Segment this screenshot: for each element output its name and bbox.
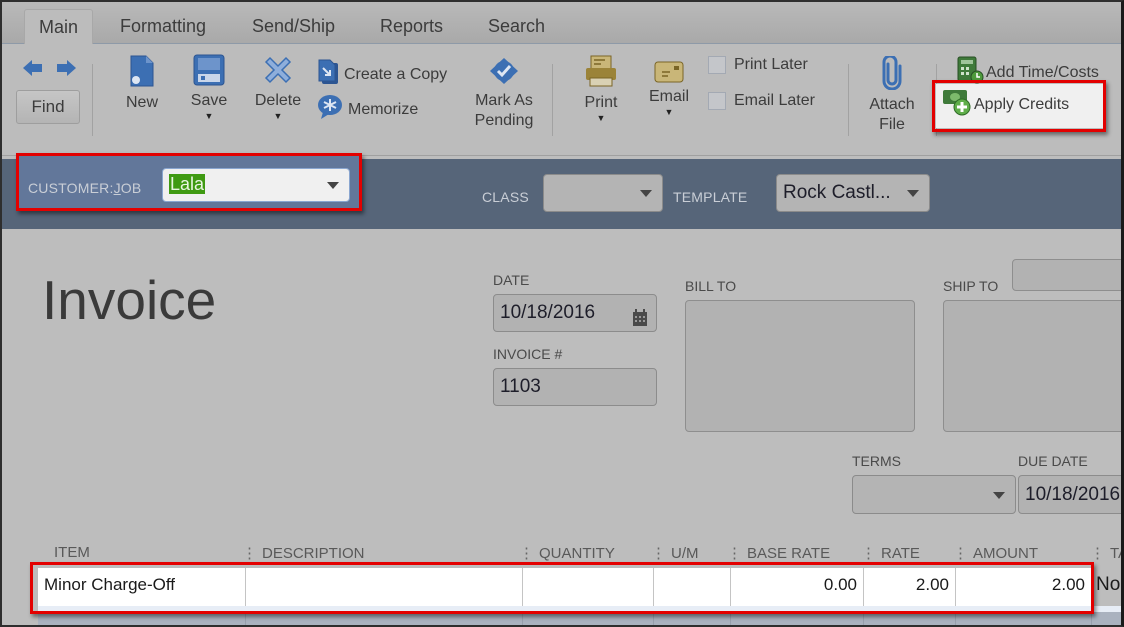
ship-to-label: SHIP TO: [943, 278, 999, 294]
mark-as-pending-button[interactable]: Mark As Pending: [468, 56, 540, 131]
class-label: CLASS: [482, 189, 529, 205]
bill-to-address-box[interactable]: [685, 300, 915, 432]
money-plus-icon: [942, 88, 972, 121]
copy-document-icon: [318, 58, 340, 91]
chevron-down-icon[interactable]: [640, 190, 652, 197]
create-copy-button[interactable]: Create a Copy: [318, 58, 447, 91]
customer-job-label: CUSTOMER:JOB: [28, 180, 142, 196]
chevron-down-icon[interactable]: [327, 182, 339, 189]
tab-main[interactable]: Main: [24, 9, 94, 44]
column-header-base-rate[interactable]: ⋮ BASE RATE: [727, 544, 830, 562]
email-later-check[interactable]: [708, 92, 726, 110]
print-later-check[interactable]: [708, 56, 726, 74]
memorize-button[interactable]: Memorize: [316, 94, 418, 125]
ship-to-dropdown[interactable]: [1012, 259, 1121, 291]
due-date-field[interactable]: 10/18/2016: [1018, 475, 1121, 514]
tab-send-ship[interactable]: Send/Ship: [238, 9, 349, 44]
save-disk-icon: [193, 54, 225, 91]
toolbar-separator: [92, 64, 93, 136]
chevron-down-icon[interactable]: [907, 190, 919, 197]
terms-label: TERMS: [852, 453, 901, 469]
column-header-amount[interactable]: ⋮ AMOUNT: [953, 544, 1038, 562]
customer-header-bar: CUSTOMER:JOB Lala CLASS TEMPLATE Rock Ca…: [2, 153, 1121, 229]
bill-to-label: BILL TO: [685, 278, 737, 294]
invoice-window: Main Formatting Send/Ship Reports Search…: [0, 0, 1124, 627]
customer-job-value[interactable]: Lala: [169, 174, 206, 194]
template-label: TEMPLATE: [673, 189, 748, 205]
customer-job-dropdown[interactable]: Lala: [162, 168, 350, 202]
attach-file-button[interactable]: Attach File: [862, 54, 922, 135]
terms-dropdown[interactable]: [852, 475, 1016, 514]
printer-icon: [585, 54, 617, 93]
column-header-item[interactable]: ITEM: [54, 544, 90, 561]
column-header-description[interactable]: ⋮ DESCRIPTION: [242, 544, 365, 562]
date-field[interactable]: 10/18/2016: [493, 294, 657, 332]
email-later-checkbox[interactable]: Email Later: [708, 92, 815, 110]
next-arrow-icon[interactable]: [55, 58, 77, 83]
invoice-number-label: INVOICE #: [493, 346, 563, 362]
memorize-bubble-icon: [316, 94, 344, 125]
column-header-quantity[interactable]: ⋮ QUANTITY: [519, 544, 615, 562]
invoice-number-field[interactable]: 1103: [493, 368, 657, 406]
delete-dropdown-caret[interactable]: ▼: [250, 111, 306, 121]
tab-formatting[interactable]: Formatting: [106, 9, 220, 44]
calendar-icon[interactable]: [632, 304, 648, 340]
tab-search[interactable]: Search: [474, 9, 559, 44]
apply-credits-button[interactable]: Apply Credits: [942, 88, 1069, 121]
toolbar-separator: [848, 64, 849, 136]
print-later-checkbox[interactable]: Print Later: [708, 56, 808, 74]
new-button[interactable]: New: [120, 54, 164, 113]
print-dropdown-caret[interactable]: ▼: [578, 113, 624, 123]
email-dropdown-caret[interactable]: ▼: [644, 107, 694, 117]
date-label: DATE: [493, 272, 530, 288]
ribbon-tab-bar: Main Formatting Send/Ship Reports Search: [2, 2, 1121, 44]
page-title: Invoice: [42, 269, 217, 331]
envelope-icon: [654, 60, 684, 89]
ship-to-address-box[interactable]: [943, 300, 1121, 432]
delete-x-icon: [262, 54, 294, 91]
checkmark-badge-icon: [488, 56, 520, 91]
due-date-label: DUE DATE: [1018, 453, 1088, 469]
toolbar-separator: [552, 64, 553, 136]
ribbon-toolbar: Find New Save ▼ Delete ▼ Create a Copy M…: [2, 44, 1121, 156]
save-dropdown-caret[interactable]: ▼: [186, 111, 232, 121]
new-document-icon: [129, 54, 155, 93]
delete-button[interactable]: Delete ▼: [250, 54, 306, 121]
table-row-empty[interactable]: [38, 612, 1121, 625]
class-dropdown[interactable]: [543, 174, 663, 212]
save-button[interactable]: Save ▼: [186, 54, 232, 121]
chevron-down-icon[interactable]: [993, 491, 1005, 499]
tab-reports[interactable]: Reports: [366, 9, 457, 44]
column-header-rate[interactable]: ⋮ RATE: [861, 544, 920, 562]
column-header-tax[interactable]: ⋮TA: [1090, 544, 1121, 562]
column-header-um[interactable]: ⋮ U/M: [651, 544, 699, 562]
email-button[interactable]: Email ▼: [644, 54, 694, 117]
print-button[interactable]: Print ▼: [578, 54, 624, 123]
paperclip-icon: [882, 54, 902, 95]
find-button[interactable]: Find: [16, 90, 80, 124]
previous-arrow-icon[interactable]: [22, 58, 44, 83]
template-dropdown[interactable]: Rock Castl...: [776, 174, 930, 212]
